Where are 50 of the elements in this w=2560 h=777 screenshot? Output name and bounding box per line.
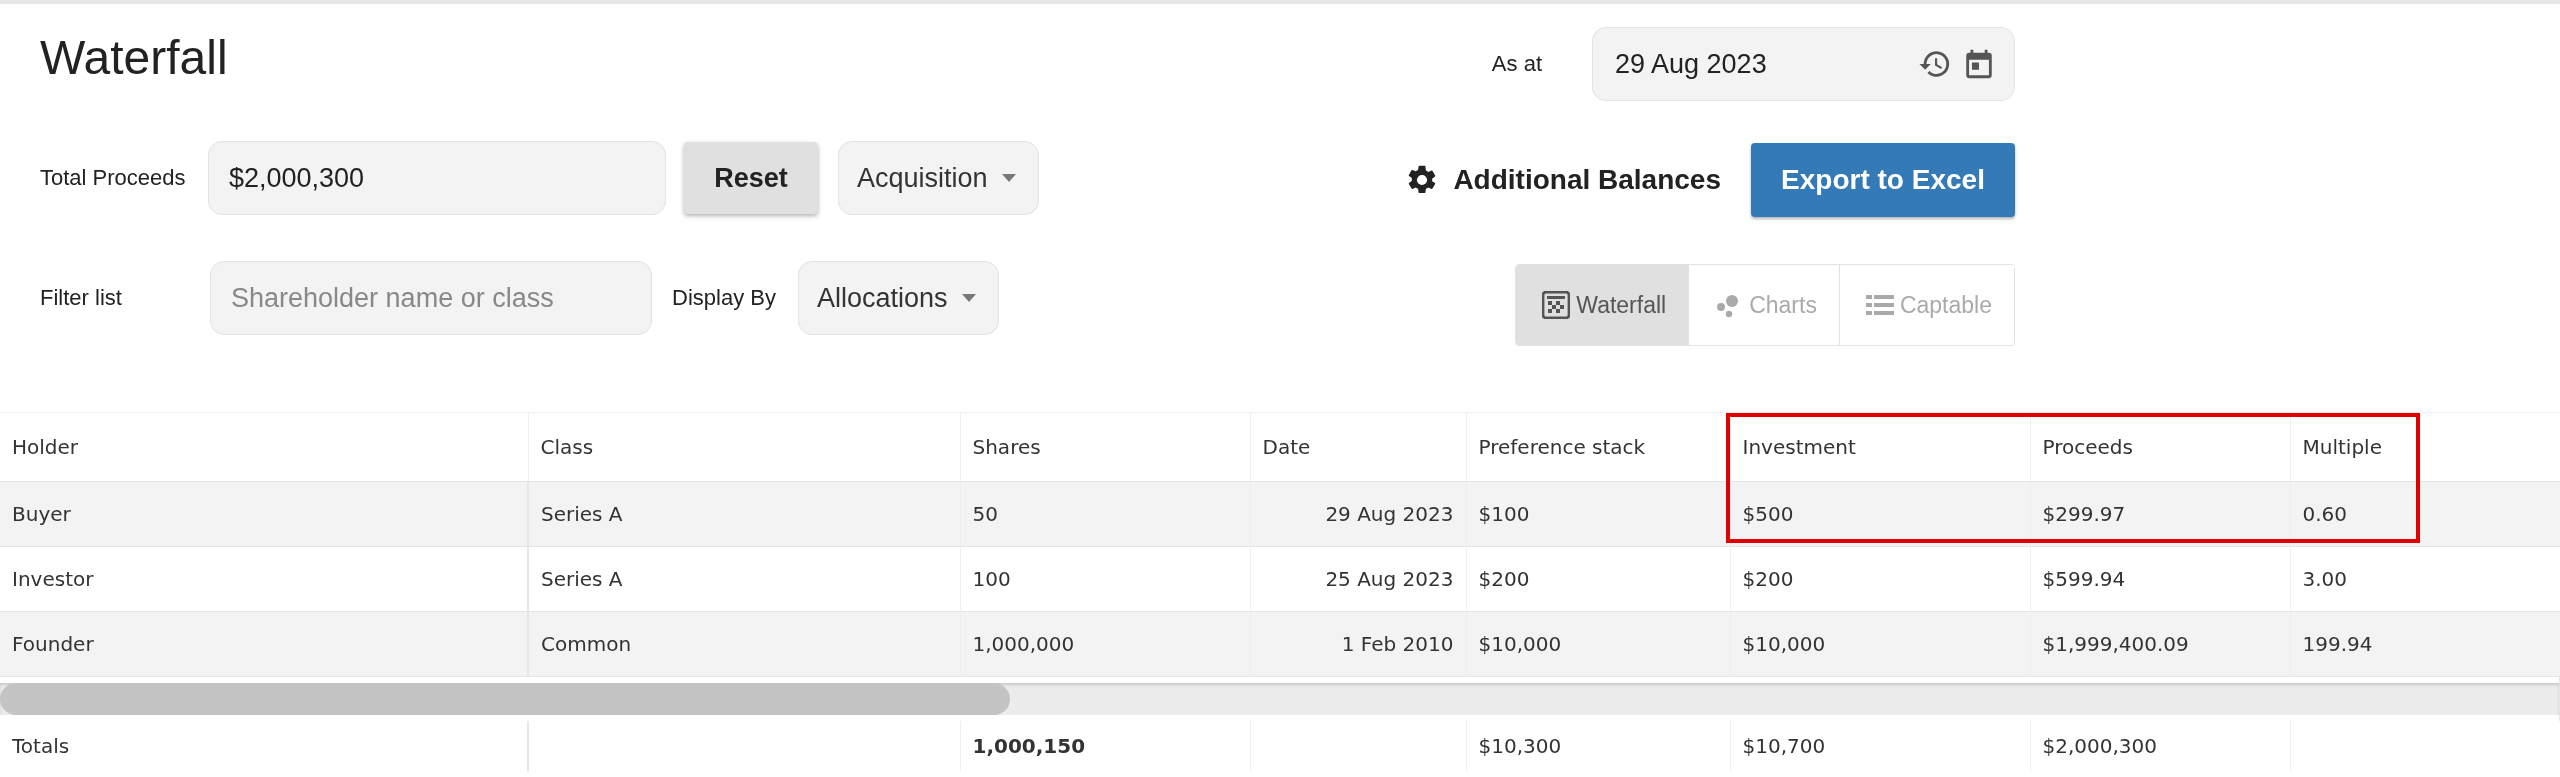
horizontal-scrollbar[interactable]: [0, 683, 2559, 715]
table-cell: $299.97: [2042, 502, 2126, 526]
list-icon: [1865, 293, 1894, 317]
table-cell: 25 Aug 2023: [1325, 567, 1454, 591]
view-tab[interactable]: Waterfall: [1516, 265, 1689, 345]
table-cell: $200: [1742, 567, 1794, 591]
caret-icon: [961, 294, 976, 302]
as-at-label: As at: [1491, 51, 1542, 77]
display-by-label: Display By: [672, 285, 776, 311]
export-to-excel-button[interactable]: Export to Excel: [1751, 143, 2015, 217]
totals-cell: Totals: [12, 734, 70, 758]
table-cell: 1 Feb 2010: [1341, 632, 1454, 656]
filter-label: Filter list: [40, 285, 123, 311]
table-cell: 3.00: [2302, 567, 2348, 591]
column-header[interactable]: Holder: [0, 413, 528, 482]
table-cell: $10,000: [1742, 632, 1826, 656]
table-cell: Investor: [12, 567, 94, 591]
table-cell: Buyer: [12, 502, 71, 526]
table-cell: 1,000,000: [972, 632, 1075, 656]
table-cell: $599.94: [2042, 567, 2126, 591]
table-cell: Series A: [541, 502, 623, 526]
table-cell: $200: [1478, 567, 1530, 591]
totals-cell: $10,700: [1742, 734, 1826, 758]
caret-icon: [1001, 174, 1016, 182]
table-cell: 100: [972, 567, 1011, 591]
table-cell: $1,999,400.09: [2042, 632, 2189, 656]
reset-button[interactable]: Reset: [684, 142, 818, 214]
grid-icon: [1542, 291, 1571, 319]
total-proceeds-field[interactable]: $2,000,300: [208, 141, 666, 215]
table-cell: 50: [972, 502, 998, 526]
table-cell: $500: [1742, 502, 1794, 526]
date-field[interactable]: 29 Aug 2023: [1592, 27, 2015, 101]
totals-cell: $10,300: [1478, 734, 1562, 758]
table-cell: 29 Aug 2023: [1325, 502, 1454, 526]
table-cell: Series A: [541, 567, 623, 591]
scenario-dropdown[interactable]: Acquisition: [838, 141, 1039, 215]
table-cell: Common: [541, 632, 632, 656]
table-cell: 0.60: [2302, 502, 2348, 526]
filter-field[interactable]: Shareholder name or class: [210, 261, 652, 335]
additional-balances-button[interactable]: Additional Balances: [1405, 163, 1721, 197]
totals-cell: 1,000,150: [972, 734, 1086, 758]
table-cell: 199.94: [2302, 632, 2373, 656]
page-title: Waterfall: [40, 30, 229, 86]
scrollbar-thumb[interactable]: [0, 683, 1010, 715]
total-proceeds-label: Total Proceeds: [40, 165, 187, 191]
table-cell: $10,000: [1478, 632, 1562, 656]
table-cell: Founder: [12, 632, 94, 656]
display-by-dropdown[interactable]: Allocations: [797, 261, 999, 335]
table-cell: $100: [1478, 502, 1530, 526]
totals-cell: $2,000,300: [2042, 734, 2157, 758]
